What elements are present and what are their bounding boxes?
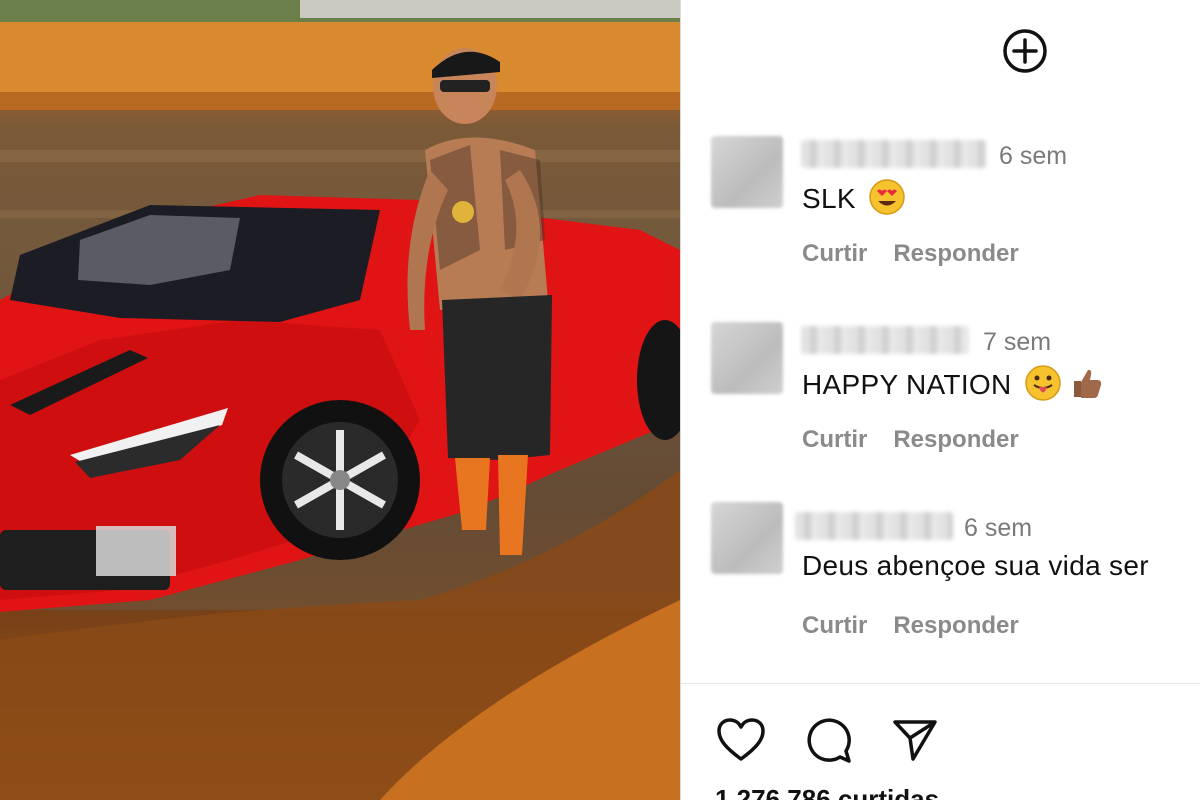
avatar[interactable] <box>711 502 783 574</box>
username[interactable] <box>801 326 969 354</box>
username[interactable] <box>795 512 953 540</box>
likes-count: 1.276.786 curtidas <box>715 784 940 800</box>
comment-time: 6 sem <box>964 514 1033 542</box>
comment-icon <box>807 718 851 763</box>
tongue-out-icon <box>1024 364 1062 409</box>
actions-divider <box>681 683 1200 684</box>
reply-comment-button[interactable]: Responder <box>893 612 1018 639</box>
like-post-button[interactable] <box>715 714 767 766</box>
reply-comment-button[interactable]: Responder <box>893 426 1018 453</box>
reply-comment-button[interactable]: Responder <box>893 240 1018 267</box>
new-post-button[interactable] <box>1002 28 1048 74</box>
comment-actions: Curtir Responder <box>802 240 1045 268</box>
share-icon <box>893 720 937 761</box>
avatar[interactable] <box>711 322 783 394</box>
share-post-button[interactable] <box>889 714 941 766</box>
comment-text-content: SLK <box>802 182 856 214</box>
thumbs-up-icon <box>1068 365 1104 408</box>
like-comment-button[interactable]: Curtir <box>802 612 867 639</box>
post-image <box>0 0 680 800</box>
avatar[interactable] <box>711 136 783 208</box>
comment-actions: Curtir Responder <box>802 426 1045 454</box>
comment-time: 7 sem <box>983 328 1052 356</box>
comment-text: SLK <box>802 178 906 223</box>
comment-text: Deus abençoe sua vida ser <box>802 550 1149 582</box>
like-comment-button[interactable]: Curtir <box>802 240 867 267</box>
comment-post-button[interactable] <box>803 714 855 766</box>
comment-time: 6 sem <box>999 142 1068 170</box>
plus-circle-icon <box>1003 29 1047 73</box>
comment-actions: Curtir Responder <box>802 612 1045 640</box>
username[interactable] <box>801 140 986 168</box>
heart-icon <box>717 718 765 761</box>
heart-eyes-icon <box>868 178 906 223</box>
comments-panel: 6 sem SLK Curtir Responder 7 sem HAPPY NA… <box>681 0 1200 800</box>
like-comment-button[interactable]: Curtir <box>802 426 867 453</box>
comment-text-content: HAPPY NATION <box>802 368 1012 400</box>
comment-text: HAPPY NATION <box>802 364 1104 409</box>
comment-text-content: Deus abençoe sua vida ser <box>802 550 1149 581</box>
